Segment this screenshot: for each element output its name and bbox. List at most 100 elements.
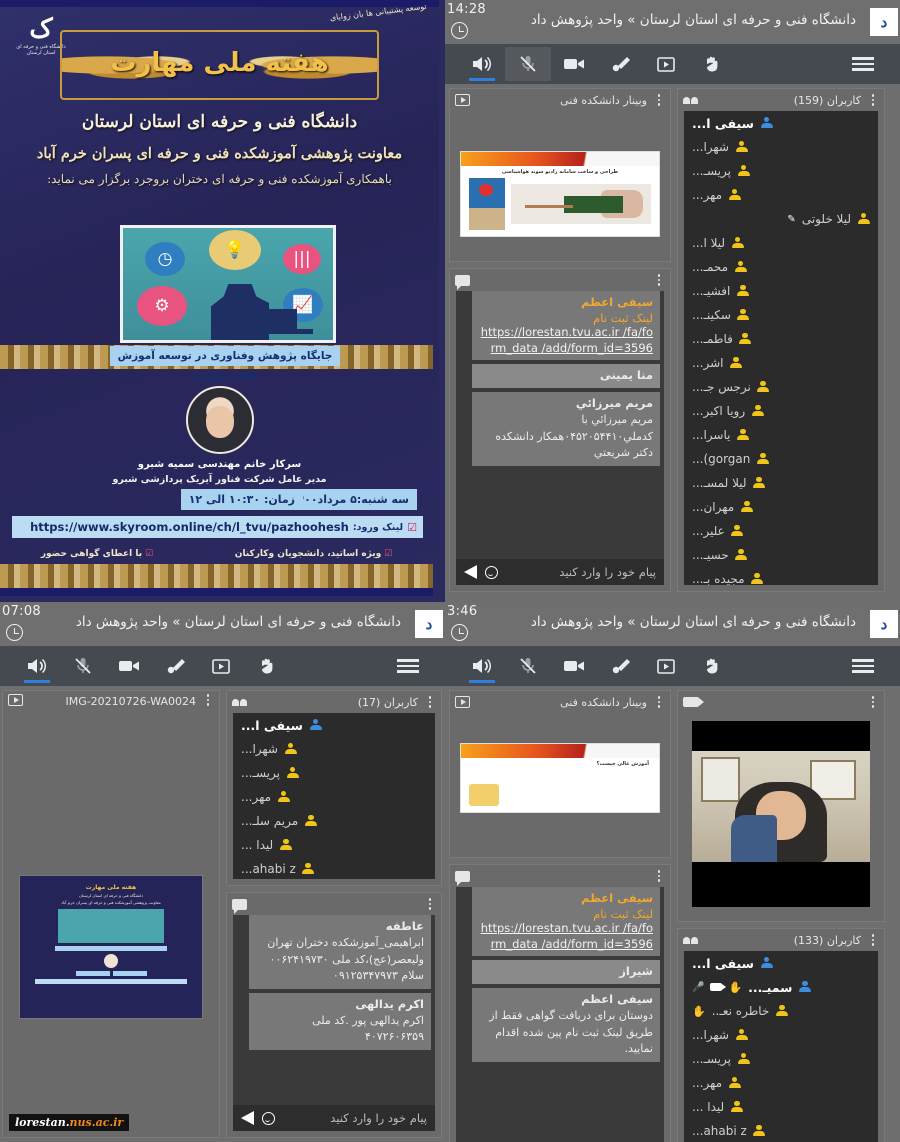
- chat-input-bar[interactable]: پیام خود را وارد کنید: [233, 1105, 435, 1131]
- chat-messages[interactable]: سیفی اعظم لینک ثبت نام https://lorestan.tv…: [456, 887, 664, 1142]
- participant-row[interactable]: مهر...: [233, 785, 435, 809]
- panel-menu-icon[interactable]: [867, 94, 879, 106]
- participants-list[interactable]: سیفی ا... شهرا... پریسـ... مهر... لیلا خلوتی…: [684, 111, 878, 585]
- panel-menu-icon[interactable]: [653, 94, 665, 106]
- panel-menu-icon[interactable]: [653, 696, 665, 708]
- menu-icon[interactable]: [840, 649, 886, 683]
- participant-row[interactable]: لیلا لمسـ...: [684, 471, 878, 495]
- participant-row[interactable]: gorgan)...: [684, 447, 878, 471]
- participants-list[interactable]: سیفی ا... سمیـ... ✋ 🎤 خاطره نعـ.. ✋ شهرا... پری…: [684, 951, 878, 1142]
- panel-menu-icon[interactable]: [424, 696, 436, 708]
- chat-input[interactable]: پیام خود را وارد کنید: [506, 565, 656, 579]
- panel-menu-icon[interactable]: [424, 898, 436, 910]
- participant-row[interactable]: محمـ...: [684, 255, 878, 279]
- participant-name: رویا اکبر...: [692, 404, 746, 418]
- participant-row[interactable]: مهر...: [684, 1071, 878, 1095]
- message-link[interactable]: https://lorestan.tvu.ac.ir /fa/form_data…: [479, 921, 653, 952]
- media-icon[interactable]: [643, 649, 689, 683]
- chat-input-bar[interactable]: پیام خود را وارد کنید: [456, 559, 664, 585]
- message-text: دوستان برای دریافت گواهی فقط از طریق لین…: [489, 1009, 653, 1056]
- hand-icon[interactable]: [689, 47, 735, 81]
- participant-row[interactable]: لیدا ...: [684, 1095, 878, 1119]
- media-icon[interactable]: [198, 649, 244, 683]
- participant-row[interactable]: سیفی ا...: [233, 713, 435, 737]
- speaker-icon[interactable]: [459, 649, 505, 683]
- participants-panel: کاربران (133) سیفی ا... سمیـ... ✋ 🎤 خاطره نع…: [677, 928, 885, 1142]
- hand-icon[interactable]: [689, 649, 735, 683]
- participant-name: اشر...: [692, 356, 724, 370]
- mic-muted-icon[interactable]: [505, 649, 551, 683]
- participant-row[interactable]: مهر...: [684, 183, 878, 207]
- menu-icon[interactable]: [385, 649, 431, 683]
- speaker-icon[interactable]: [14, 649, 60, 683]
- slide-viewport[interactable]: آموزش عالی چیست؟: [456, 713, 664, 851]
- menu-icon[interactable]: [840, 47, 886, 81]
- panel-menu-icon[interactable]: [202, 694, 214, 706]
- participant-row[interactable]: فاطمـ...: [684, 327, 878, 351]
- hand-icon[interactable]: [244, 649, 290, 683]
- brush-icon[interactable]: [152, 649, 198, 683]
- participant-row[interactable]: مریم سلـ...: [233, 809, 435, 833]
- brush-icon[interactable]: [597, 47, 643, 81]
- participant-avatar-icon: [753, 476, 766, 490]
- send-icon[interactable]: [464, 565, 477, 579]
- participant-row[interactable]: سمیـ... ✋ 🎤: [684, 975, 878, 999]
- mic-muted-icon[interactable]: [505, 47, 551, 81]
- participant-name: شهرا...: [692, 1028, 729, 1042]
- panel-menu-icon[interactable]: [653, 870, 665, 882]
- participant-row[interactable]: شهرا...: [684, 1023, 878, 1047]
- participant-row[interactable]: علیر...: [684, 519, 878, 543]
- participant-row[interactable]: مهران...: [684, 495, 878, 519]
- participants-list[interactable]: سیفی ا... شهرا... پریسـ... مهر... مریم سلـ..…: [233, 713, 435, 879]
- participant-row[interactable]: سیفی ا...: [684, 951, 878, 975]
- send-icon[interactable]: [241, 1111, 254, 1125]
- participant-avatar-icon: [736, 284, 749, 298]
- participant-row[interactable]: لیلا ا...: [684, 231, 878, 255]
- chat-messages[interactable]: سیفی اعظم لینک ثبت نام https://lorestan.tv…: [456, 291, 664, 559]
- brush-icon[interactable]: [597, 649, 643, 683]
- participant-row[interactable]: نرجس جـ...: [684, 375, 878, 399]
- participant-row[interactable]: اشر...: [684, 351, 878, 375]
- participant-row[interactable]: یاسرا...: [684, 423, 878, 447]
- speaker-icon[interactable]: [459, 47, 505, 81]
- app-logo: د: [870, 610, 898, 638]
- participant-row[interactable]: مجیده بـ...: [684, 567, 878, 585]
- participant-row[interactable]: پریسـ...: [233, 761, 435, 785]
- slide-viewport[interactable]: طراحی و ساخت سامانه رادیو سوند هواشناسی: [456, 111, 664, 255]
- participant-row[interactable]: افشیـ...: [684, 279, 878, 303]
- message-author: مریم میرزائي: [575, 396, 653, 411]
- participant-row[interactable]: شهرا...: [684, 135, 878, 159]
- participant-avatar-icon: [284, 742, 297, 756]
- chat-input[interactable]: پیام خود را وارد کنید: [283, 1111, 427, 1125]
- panel-menu-icon[interactable]: [867, 934, 879, 946]
- participant-row[interactable]: خاطره نعـ.. ✋: [684, 999, 878, 1023]
- poster-join-link[interactable]: https://www.skyroom.online/ch/l_tvu/pazh…: [12, 516, 423, 538]
- panel-menu-icon[interactable]: [867, 696, 879, 708]
- image-viewport[interactable]: هفته ملی مهارت دانشگاه فنی و حرفه ای است…: [9, 731, 213, 1131]
- participant-row[interactable]: سیفی ا...: [684, 111, 878, 135]
- camera-icon[interactable]: [551, 47, 597, 81]
- participant-row[interactable]: حسیـ...: [684, 543, 878, 567]
- message-link[interactable]: https://lorestan.tvu.ac.ir /fa/form_data…: [479, 325, 653, 356]
- participant-row[interactable]: رویا اکبر...: [684, 399, 878, 423]
- panel-menu-icon[interactable]: [653, 274, 665, 286]
- emoji-icon[interactable]: [262, 1111, 275, 1125]
- camera-icon[interactable]: [551, 649, 597, 683]
- participant-row[interactable]: پریسـ...: [684, 159, 878, 183]
- participant-name: سیفی ا...: [241, 717, 303, 733]
- camera-icon[interactable]: [106, 649, 152, 683]
- media-icon[interactable]: [643, 47, 689, 81]
- participant-row[interactable]: سکینـ...: [684, 303, 878, 327]
- webcam-viewport[interactable]: [684, 713, 878, 915]
- participant-row[interactable]: لیدا ...: [233, 833, 435, 857]
- participant-row[interactable]: شهرا...: [233, 737, 435, 761]
- participant-row[interactable]: لیلا خلوتی ✎: [684, 207, 878, 231]
- desk-shape: [251, 329, 313, 334]
- participant-row[interactable]: پریسـ...: [684, 1047, 878, 1071]
- participant-name: سمیـ...: [748, 979, 793, 995]
- participant-row[interactable]: ahabi z...: [233, 857, 435, 879]
- participant-row[interactable]: ahabi z...: [684, 1119, 878, 1142]
- mic-muted-icon[interactable]: [60, 649, 106, 683]
- chat-messages[interactable]: عاطفه ابراهیمی_آموزشکده دختران تهران ولیع…: [233, 915, 435, 1105]
- emoji-icon[interactable]: [485, 565, 498, 579]
